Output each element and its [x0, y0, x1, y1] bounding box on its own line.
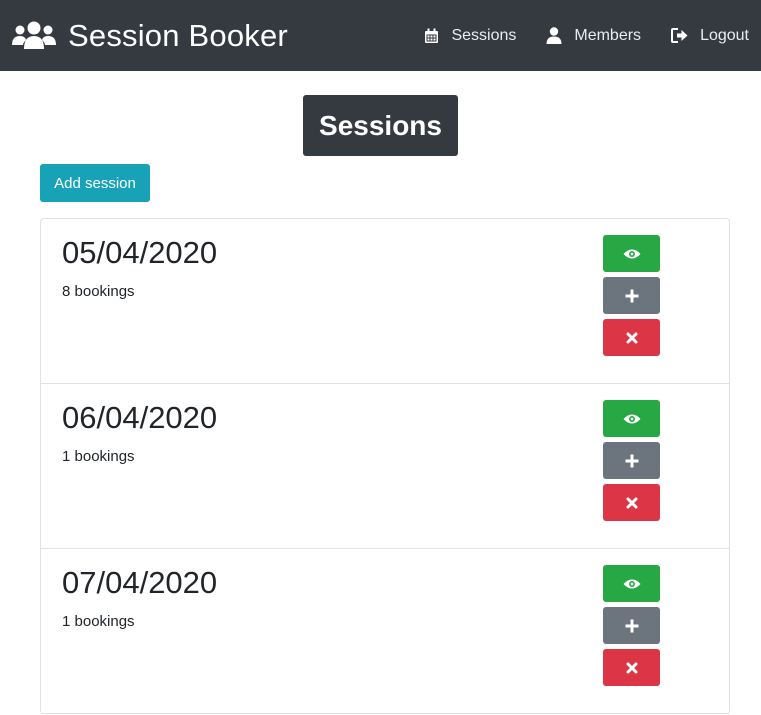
plus-icon [625, 289, 638, 302]
delete-session-button[interactable] [603, 319, 660, 356]
users-icon [12, 21, 56, 49]
page-title: Sessions [303, 95, 458, 156]
view-session-button[interactable] [603, 565, 660, 602]
session-item: 05/04/2020 8 bookings [41, 219, 729, 384]
add-booking-button[interactable] [603, 607, 660, 644]
nav-label-sessions: Sessions [451, 26, 517, 44]
eye-icon [623, 414, 640, 423]
session-bookings: 1 bookings [62, 613, 135, 630]
session-list: 05/04/2020 8 bookings 06/04/2020 1 booki… [40, 218, 730, 714]
delete-session-button[interactable] [603, 484, 660, 521]
nav-item-members[interactable]: Members [546, 27, 641, 45]
session-bookings: 1 bookings [62, 448, 135, 465]
nav-label-members: Members [574, 26, 642, 44]
eye-icon [623, 249, 640, 258]
plus-icon [625, 454, 638, 467]
nav-item-sessions[interactable]: Sessions [424, 27, 516, 45]
times-icon [626, 332, 637, 343]
session-item: 06/04/2020 1 bookings [41, 384, 729, 549]
session-item: 07/04/2020 1 bookings [41, 549, 729, 714]
view-session-button[interactable] [603, 235, 660, 272]
session-date: 07/04/2020 [62, 565, 218, 600]
add-booking-button[interactable] [603, 277, 660, 314]
user-icon [546, 27, 562, 44]
app-title: Session Booker [68, 17, 288, 53]
view-session-button[interactable] [603, 400, 660, 437]
navbar: Session Booker Sessions Members Logout [0, 0, 761, 71]
title-wrap: Sessions [0, 95, 761, 156]
add-session-button[interactable]: Add session [40, 164, 150, 202]
session-actions [603, 400, 660, 526]
session-actions [603, 565, 660, 691]
add-booking-button[interactable] [603, 442, 660, 479]
nav-links: Sessions Members Logout [394, 27, 749, 45]
plus-icon [625, 619, 638, 632]
session-bookings: 8 bookings [62, 283, 135, 300]
logout-icon [671, 28, 688, 43]
eye-icon [623, 579, 640, 588]
delete-session-button[interactable] [603, 649, 660, 686]
session-date: 06/04/2020 [62, 400, 218, 435]
session-date: 05/04/2020 [62, 235, 218, 270]
calendar-icon [425, 28, 439, 43]
times-icon [626, 497, 637, 508]
nav-item-logout[interactable]: Logout [671, 27, 749, 45]
session-actions [603, 235, 660, 361]
times-icon [626, 662, 637, 673]
nav-label-logout: Logout [700, 26, 749, 44]
brand-link[interactable]: Session Booker [12, 18, 288, 54]
